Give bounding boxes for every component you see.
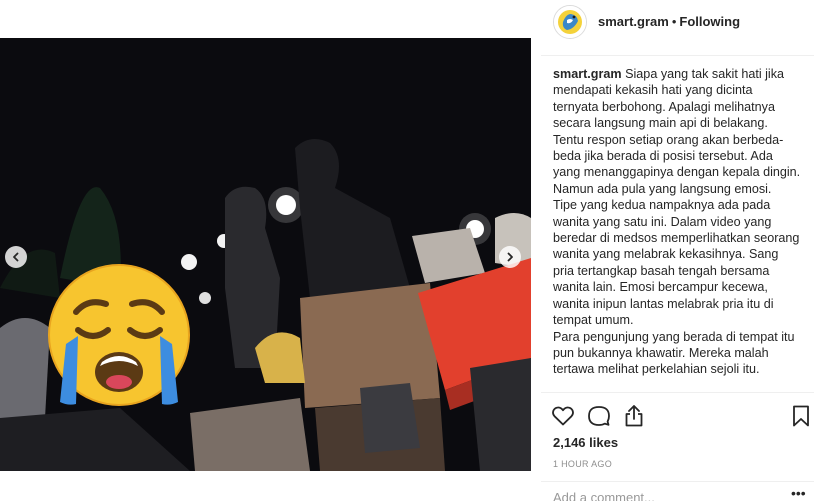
separator-dot: • — [671, 14, 677, 29]
crying-face-emoji-icon — [48, 264, 190, 406]
chevron-right-icon — [507, 252, 513, 262]
post-panel: smart.gram • Following smart.gram Siapa ya… — [541, 0, 814, 501]
smart-gram-logo-icon — [554, 6, 586, 38]
likes-count[interactable]: 2,146 likes — [553, 435, 618, 450]
caption-paragraph: smart.gram Siapa yang tak sakit hati jik… — [553, 66, 801, 197]
video-frame — [0, 38, 531, 471]
comment-button[interactable] — [587, 404, 611, 428]
post-actions: 2,146 likes 1 HOUR AGO ••• — [541, 392, 814, 501]
post-header: smart.gram • Following — [541, 0, 814, 56]
username-link[interactable]: smart.gram — [598, 14, 669, 29]
save-button[interactable] — [789, 404, 813, 428]
post-media[interactable] — [0, 38, 531, 471]
share-button[interactable] — [622, 404, 646, 428]
caption-paragraph: Para pengunjung yang berada di tempat it… — [553, 329, 795, 377]
chevron-left-icon — [13, 252, 19, 262]
caption-text: Siapa yang tak sakit hati jika mendapati… — [553, 67, 801, 196]
comment-form: ••• — [541, 481, 814, 501]
share-upload-icon — [625, 405, 643, 427]
caption-paragraph: Tipe yang kedua nampaknya ada pada wanit… — [553, 198, 800, 328]
previous-button[interactable] — [5, 246, 27, 268]
more-options-button[interactable]: ••• — [791, 485, 806, 501]
like-button[interactable] — [551, 404, 575, 428]
bookmark-icon — [793, 405, 809, 427]
post-timestamp[interactable]: 1 HOUR AGO — [553, 459, 612, 469]
speech-bubble-icon — [588, 406, 610, 426]
caption-username[interactable]: smart.gram — [553, 67, 622, 81]
heart-outline-icon — [552, 406, 574, 426]
comment-input[interactable] — [553, 489, 773, 501]
header-user-row: smart.gram • Following — [598, 14, 740, 29]
next-button[interactable] — [499, 246, 521, 268]
caption: smart.gram Siapa yang tak sakit hati jik… — [553, 66, 801, 388]
avatar[interactable] — [553, 5, 587, 39]
following-button[interactable]: Following — [679, 14, 740, 29]
